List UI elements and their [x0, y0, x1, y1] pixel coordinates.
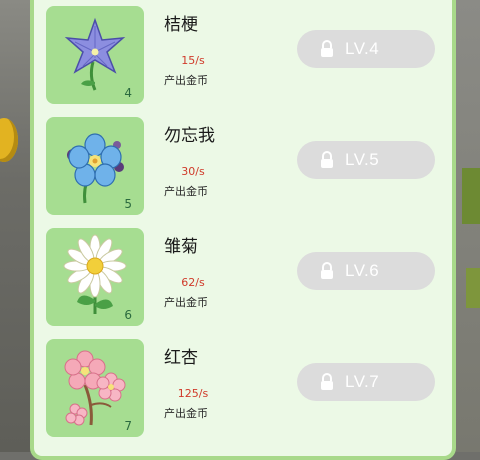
level-requirement: LV.6 [345, 261, 380, 280]
flower-row: 7 红杏 125/s 产出金币 LV.7 [46, 339, 446, 439]
locked-level-button[interactable]: LV.7 [297, 363, 435, 401]
coin-rate: 15/s [181, 54, 205, 67]
level-requirement: LV.4 [345, 39, 380, 58]
flower-name: 桔梗 [164, 15, 198, 35]
background-grass [466, 268, 480, 308]
flower-row: 6 雏菊 62/s 产出金币 LV.6 [46, 228, 446, 328]
coin-rate: 30/s [181, 165, 205, 178]
flower-level: 7 [124, 419, 132, 433]
apricot-blossom-icon [64, 350, 126, 426]
flower-name: 勿忘我 [164, 126, 215, 146]
output-label: 产出金币 [164, 407, 208, 420]
output-label: 产出金币 [164, 74, 208, 87]
background-right [456, 0, 480, 452]
flower-level: 4 [124, 86, 132, 100]
daisy-icon [63, 234, 127, 314]
lock-icon [321, 151, 333, 168]
flower-tile: 6 [46, 228, 144, 326]
level-requirement: LV.7 [345, 372, 380, 391]
flower-tile: 5 [46, 117, 144, 215]
coin-rate: 62/s [181, 276, 205, 289]
flower-row: 4 桔梗 15/s 产出金币 LV.4 [46, 6, 446, 106]
locked-level-button[interactable]: LV.6 [297, 252, 435, 290]
background-grass [462, 168, 480, 224]
output-label: 产出金币 [164, 185, 208, 198]
lock-icon [321, 373, 333, 390]
locked-level-button[interactable]: LV.4 [297, 30, 435, 68]
flower-level: 6 [124, 308, 132, 322]
flower-name: 雏菊 [164, 237, 198, 257]
level-requirement: LV.5 [345, 150, 380, 169]
lock-icon [321, 40, 333, 57]
flower-tile: 7 [46, 339, 144, 437]
flower-name: 红杏 [164, 348, 198, 368]
forget-me-not-icon [67, 133, 124, 204]
output-label: 产出金币 [164, 296, 208, 309]
locked-level-button[interactable]: LV.5 [297, 141, 435, 179]
flower-row: 5 勿忘我 30/s 产出金币 LV.5 [46, 117, 446, 217]
bellflower-icon [64, 17, 126, 91]
flower-tile: 4 [46, 6, 144, 104]
flower-level: 5 [124, 197, 132, 211]
lock-icon [321, 262, 333, 279]
coin-rate: 125/s [177, 387, 209, 400]
